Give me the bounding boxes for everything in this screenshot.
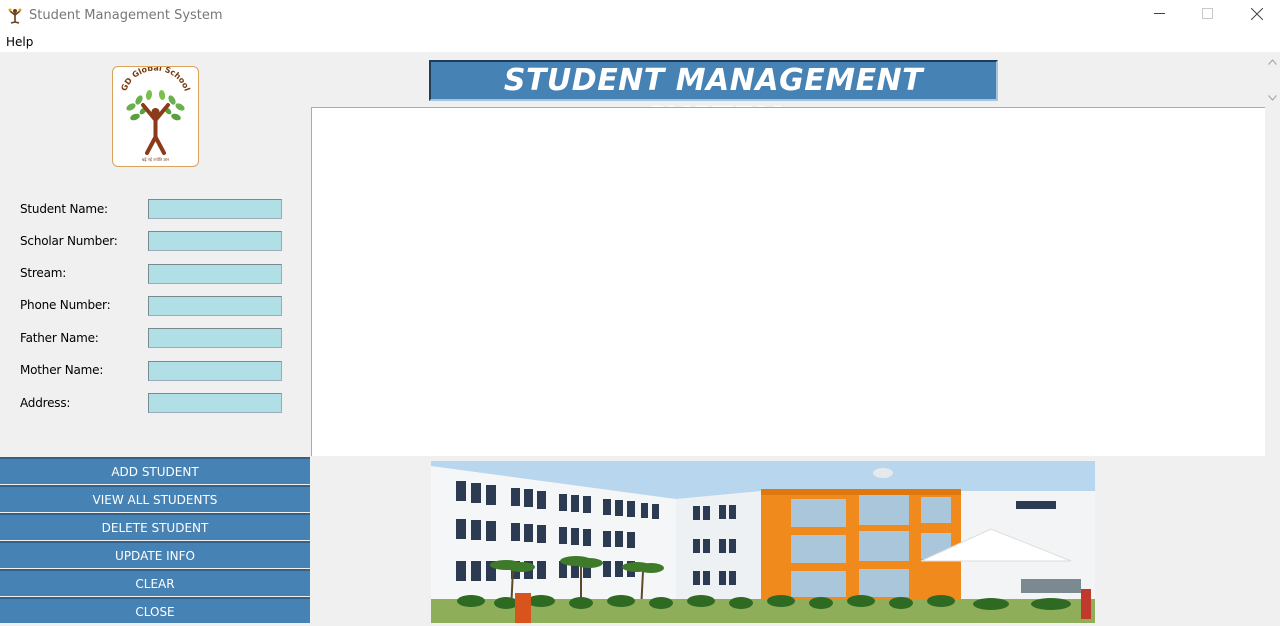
stream-input[interactable] xyxy=(148,264,282,284)
logo-text: GD Global School xyxy=(119,64,191,93)
mother-name-input[interactable] xyxy=(148,361,282,381)
vertical-scrollbar[interactable] xyxy=(1265,52,1280,456)
maximize-button[interactable] xyxy=(1184,0,1230,30)
close-button[interactable] xyxy=(1234,0,1280,30)
menu-bar: Help xyxy=(0,30,1280,52)
stream-label: Stream: xyxy=(20,266,67,280)
scholar-number-label: Scholar Number: xyxy=(20,234,118,248)
close-app-button[interactable]: CLOSE xyxy=(0,597,310,623)
student-name-label: Student Name: xyxy=(20,202,108,216)
mother-name-label: Mother Name: xyxy=(20,363,104,377)
app-icon xyxy=(6,6,24,24)
minimize-button[interactable] xyxy=(1136,0,1182,30)
add-student-button[interactable]: ADD STUDENT xyxy=(0,457,310,484)
address-label: Address: xyxy=(20,396,71,410)
window-title: Student Management System xyxy=(29,8,223,23)
header-banner: STUDENT MANAGEMENT SYSTEM xyxy=(429,60,998,136)
address-input[interactable] xyxy=(148,393,282,413)
phone-number-label: Phone Number: xyxy=(20,298,111,312)
logo-tagline: बढ़ें नई ज्योति ज्ञान xyxy=(142,157,170,162)
svg-text:GD Global School: GD Global School xyxy=(119,67,191,93)
student-table-area[interactable] xyxy=(311,107,1265,456)
page-title: STUDENT MANAGEMENT SYSTEM xyxy=(503,63,924,136)
scholar-number-input[interactable] xyxy=(148,231,282,251)
clear-button[interactable]: CLEAR xyxy=(0,569,310,596)
update-info-button[interactable]: UPDATE INFO xyxy=(0,541,310,568)
father-name-input[interactable] xyxy=(148,328,282,348)
school-logo: GD Global School बढ़ें नई ज्योति ज्ञान xyxy=(112,64,199,167)
left-panel: GD Global School बढ़ें नई ज्योति ज्ञान S… xyxy=(0,52,310,623)
maximize-icon xyxy=(1201,8,1213,22)
close-icon xyxy=(1250,7,1264,23)
student-name-input[interactable] xyxy=(148,199,282,219)
scroll-down-icon[interactable] xyxy=(1265,90,1280,106)
menu-help[interactable]: Help xyxy=(6,35,33,49)
phone-number-input[interactable] xyxy=(148,296,282,316)
father-name-label: Father Name: xyxy=(20,331,99,345)
minimize-icon xyxy=(1153,8,1165,22)
view-all-students-button[interactable]: VIEW ALL STUDENTS xyxy=(0,485,310,512)
title-bar: Student Management System xyxy=(0,0,1280,30)
scroll-up-icon[interactable] xyxy=(1265,54,1280,70)
delete-student-button[interactable]: DELETE STUDENT xyxy=(0,513,310,540)
school-building-photo xyxy=(431,461,1095,623)
